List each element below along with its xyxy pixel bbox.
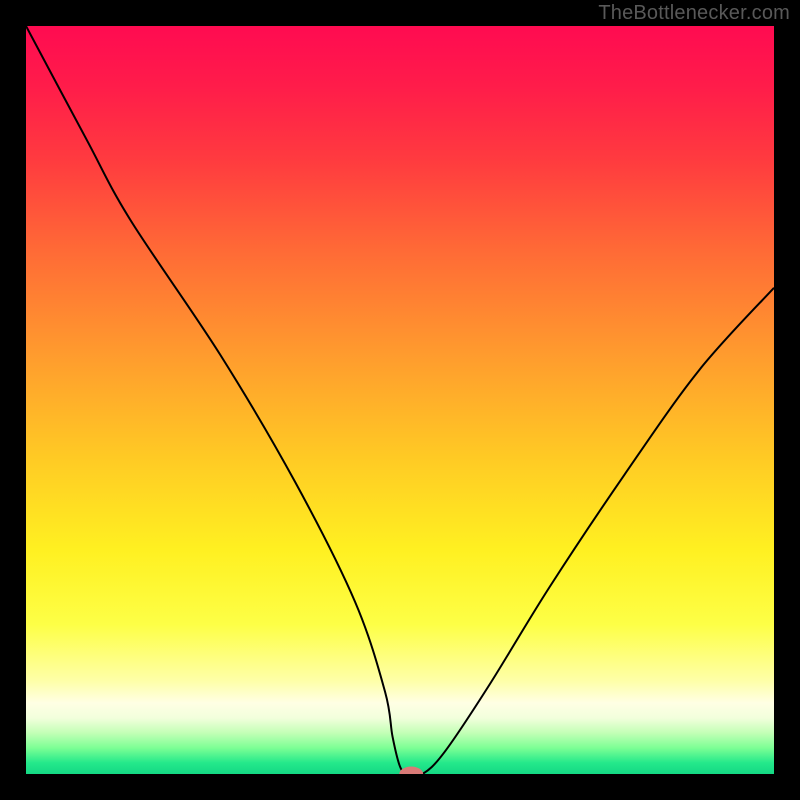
bottleneck-chart xyxy=(26,26,774,774)
site-credit: TheBottlenecker.com xyxy=(598,2,790,25)
gradient-background xyxy=(26,26,774,774)
chart-container: TheBottlenecker.com xyxy=(0,0,800,800)
